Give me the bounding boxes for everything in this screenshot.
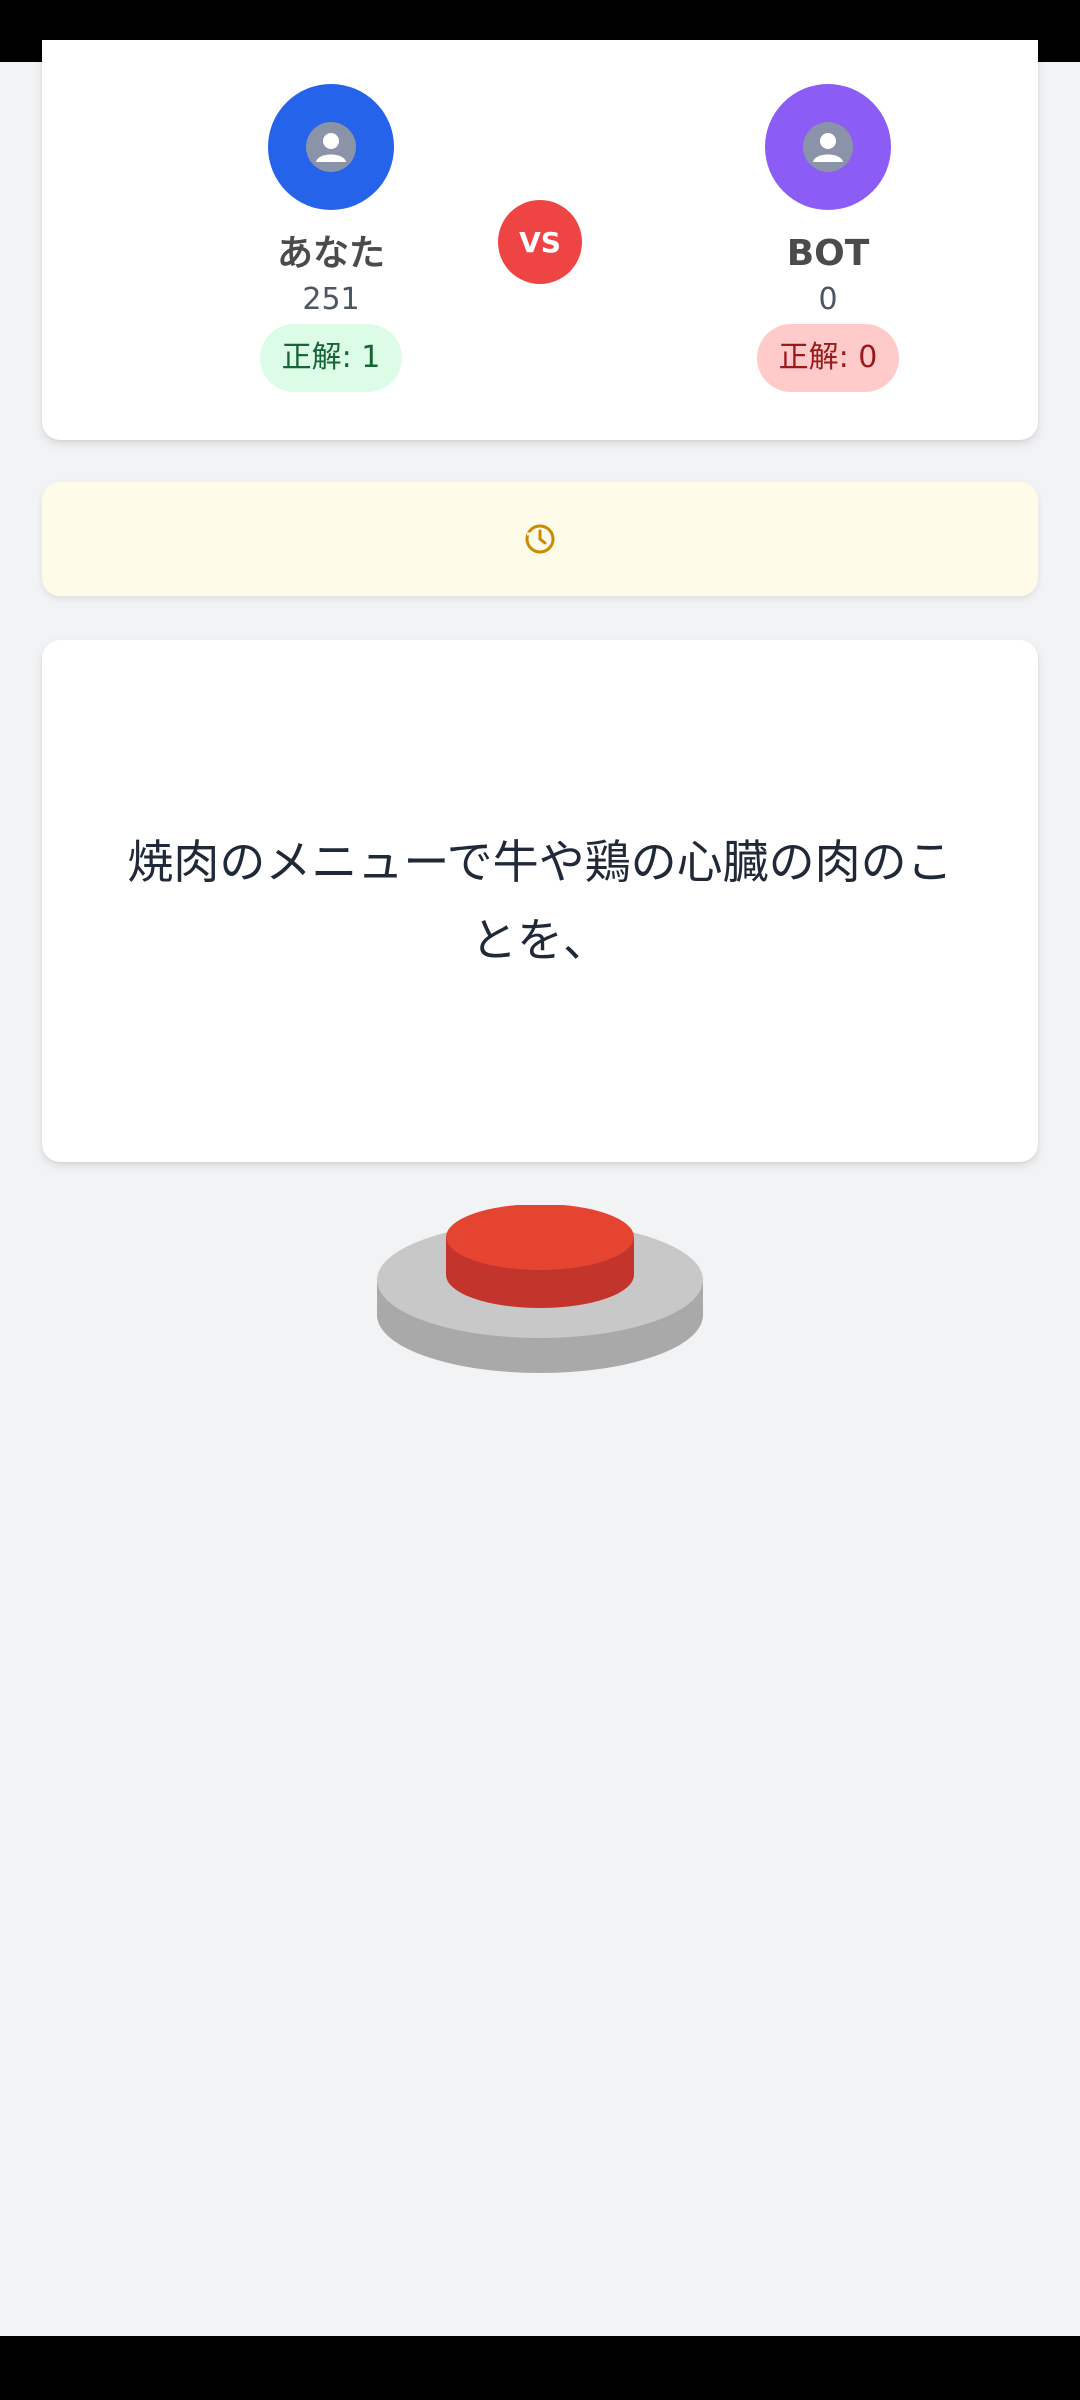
buzzer-button[interactable]	[375, 1204, 705, 1375]
bot-avatar-icon	[765, 84, 891, 210]
question-text: 焼肉のメニューで牛や鶏の心臓の肉のことを、	[127, 835, 953, 967]
user-avatar-icon	[268, 84, 394, 210]
clock-icon	[525, 524, 555, 554]
player-score: 0	[818, 282, 838, 317]
player-bot: BOT 0 正解: 0	[698, 84, 958, 392]
player-score: 251	[302, 282, 360, 317]
vs-badge: VS	[498, 200, 582, 284]
correct-count-badge: 正解: 1	[259, 324, 403, 392]
timer-bar	[42, 482, 1038, 596]
player-you: あなた 251 正解: 1	[201, 84, 461, 392]
score-card: あなた 251 正解: 1 VS BOT 0 正解: 0	[42, 40, 1038, 440]
user-icon	[306, 122, 356, 172]
navigation-bar	[0, 2336, 1080, 2400]
correct-count-badge: 正解: 0	[756, 324, 900, 392]
player-name: BOT	[786, 233, 870, 274]
user-icon	[803, 122, 853, 172]
question-card: 焼肉のメニューで牛や鶏の心臓の肉のことを、	[42, 640, 1038, 1162]
player-name: あなた	[276, 233, 385, 274]
buzzer-icon	[377, 1204, 703, 1373]
